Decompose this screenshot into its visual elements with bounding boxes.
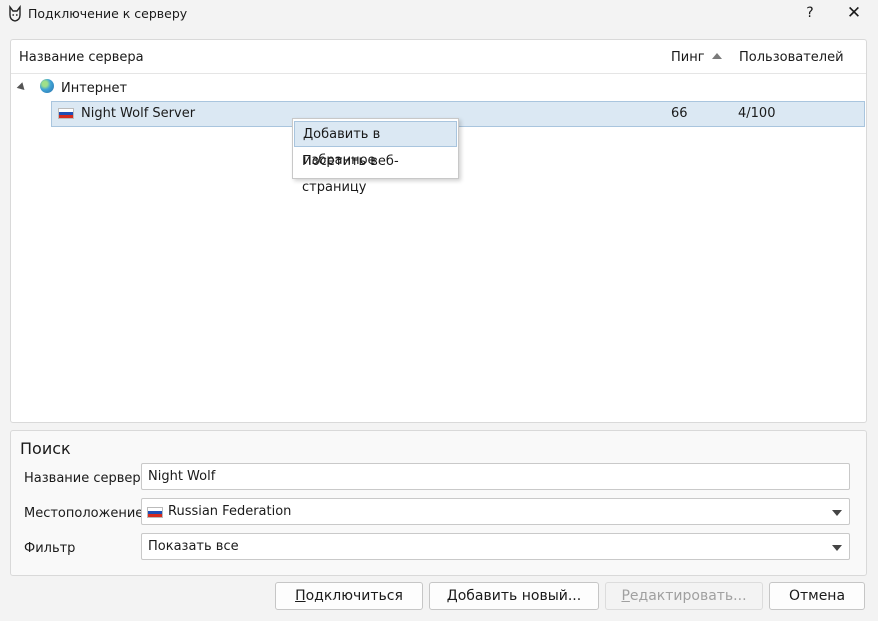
context-menu: Добавить в избранное Посетить веб-страни… [292,118,459,195]
edit-label: едактировать... [629,588,747,604]
edit-mnemonic: Р [621,588,630,604]
title-bar: Подключение к серверу ? ✕ [0,0,878,28]
chevron-down-icon [832,510,842,516]
cancel-button[interactable]: Отмена [769,582,865,610]
location-label: Местоположение [24,506,144,521]
server-name: Night Wolf Server [81,106,196,121]
server-name-label: Название сервера [24,471,149,486]
column-header-users[interactable]: Пользователей [739,50,844,65]
menu-item-visit-website[interactable]: Посетить веб-страницу [294,149,457,195]
column-header-ping[interactable]: Пинг [671,50,705,65]
russia-flag-icon [58,108,74,119]
menu-item-add-favorite[interactable]: Добавить в избранное [294,121,457,168]
globe-icon [40,79,54,93]
column-header-name[interactable]: Название сервера [19,50,144,65]
expand-arrow-icon[interactable] [16,82,28,93]
location-select-value: Russian Federation [168,504,292,519]
server-users: 4/100 [738,106,776,121]
wolf-app-icon [7,4,23,22]
russia-flag-icon [147,507,163,518]
search-title: Поиск [20,439,71,458]
server-ping: 66 [671,106,688,121]
filter-select[interactable]: Показать все [141,533,850,560]
connect-mnemonic: П [295,588,306,604]
filter-select-value: Показать все [148,539,239,554]
sort-ascending-icon [712,53,722,59]
column-header-row: Название сервера Пинг Пользователей [11,40,866,74]
location-select[interactable]: Russian Federation [141,498,850,525]
tree-group-internet[interactable]: Интернет [61,81,127,96]
add-new-button[interactable]: Добавить новый... [429,582,599,610]
help-button[interactable]: ? [798,2,822,24]
search-panel: Поиск Название сервера Night Wolf Местоп… [10,430,867,576]
close-button[interactable]: ✕ [840,2,868,24]
add-new-mnemonic: Д [446,588,458,604]
window-title: Подключение к серверу [28,6,188,21]
chevron-down-icon [832,545,842,551]
connect-label: одключиться [305,588,403,604]
connect-button[interactable]: Подключиться [275,582,423,610]
add-new-label: обавить новый... [457,588,582,604]
server-tree: Название сервера Пинг Пользователей Инте… [10,39,867,423]
server-name-input-value: Night Wolf [148,469,216,484]
filter-label: Фильтр [24,541,76,556]
server-name-input[interactable]: Night Wolf [141,463,850,490]
edit-button[interactable]: Редактировать... [605,582,763,610]
